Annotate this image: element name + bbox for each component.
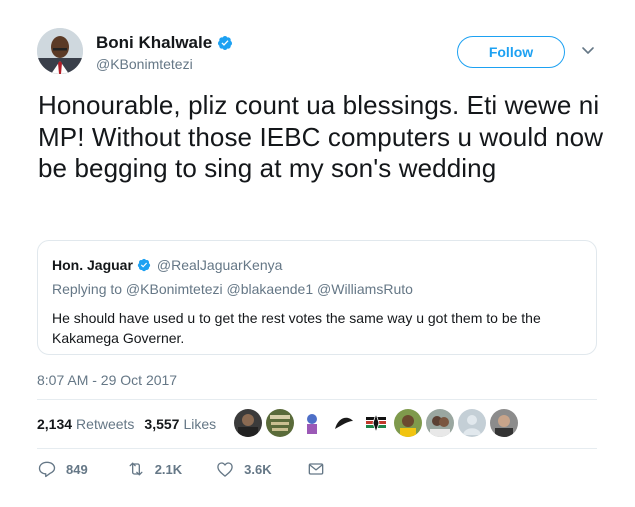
reply-button[interactable]: 849 [37,459,88,479]
liker-avatar[interactable] [362,409,390,437]
divider [37,448,597,449]
likes-stat[interactable]: 3,557 Likes [144,416,216,432]
replying-to: Replying to @KBonimtetezi @blakaende1 @W… [52,281,413,297]
quoted-author-name: Hon. Jaguar [52,257,133,273]
like-count: 3.6K [244,461,272,477]
divider [37,399,597,400]
liker-avatar[interactable] [298,409,326,437]
quoted-tweet-text: He should have used u to get the rest vo… [52,310,541,346]
engagement-stats: 2,134 Retweets 3,557 Likes [37,416,216,432]
retweets-stat[interactable]: 2,134 Retweets [37,416,134,432]
likers-avatars [234,409,518,437]
liker-avatar[interactable] [426,409,454,437]
retweet-button[interactable]: 2.1K [126,459,182,479]
liker-avatar[interactable] [266,409,294,437]
tweet-actions: 849 2.1K 3.6K [37,459,326,479]
heart-icon [217,462,233,477]
envelope-icon [308,463,323,475]
liker-avatar[interactable] [458,409,486,437]
likes-label: Likes [183,416,217,432]
quoted-author: Hon. Jaguar @RealJaguarKenya [52,257,282,273]
liker-avatar[interactable] [490,409,518,437]
author-avatar[interactable] [37,28,83,74]
verified-badge-icon [218,36,233,50]
retweet-icon [129,462,143,476]
author-handle[interactable]: @KBonimtetezi [96,56,193,72]
author-name[interactable]: Boni Khalwale [96,33,233,53]
likes-count: 3,557 [144,416,180,432]
liker-avatar[interactable] [330,409,358,437]
direct-message-button[interactable] [306,459,326,479]
liker-avatar[interactable] [234,409,262,437]
retweets-label: Retweets [76,416,135,432]
retweet-count: 2.1K [154,461,183,477]
chevron-down-icon[interactable] [580,42,596,58]
reply-icon [38,461,56,478]
liker-avatar[interactable] [394,409,422,437]
like-button[interactable]: 3.6K [215,459,272,479]
retweets-count: 2,134 [37,416,73,432]
tweet-text: Honourable, pliz count ua blessings. Eti… [38,90,604,183]
verified-badge-icon [137,258,151,272]
reply-count: 849 [66,461,88,477]
tweet-timestamp[interactable]: 8:07 AM - 29 Oct 2017 [37,372,177,388]
quoted-author-handle: @RealJaguarKenya [156,257,283,273]
author-name-text[interactable]: Boni Khalwale [96,33,212,53]
quoted-tweet[interactable]: Hon. Jaguar @RealJaguarKenya Replying to… [37,240,597,355]
follow-button[interactable]: Follow [457,36,565,68]
